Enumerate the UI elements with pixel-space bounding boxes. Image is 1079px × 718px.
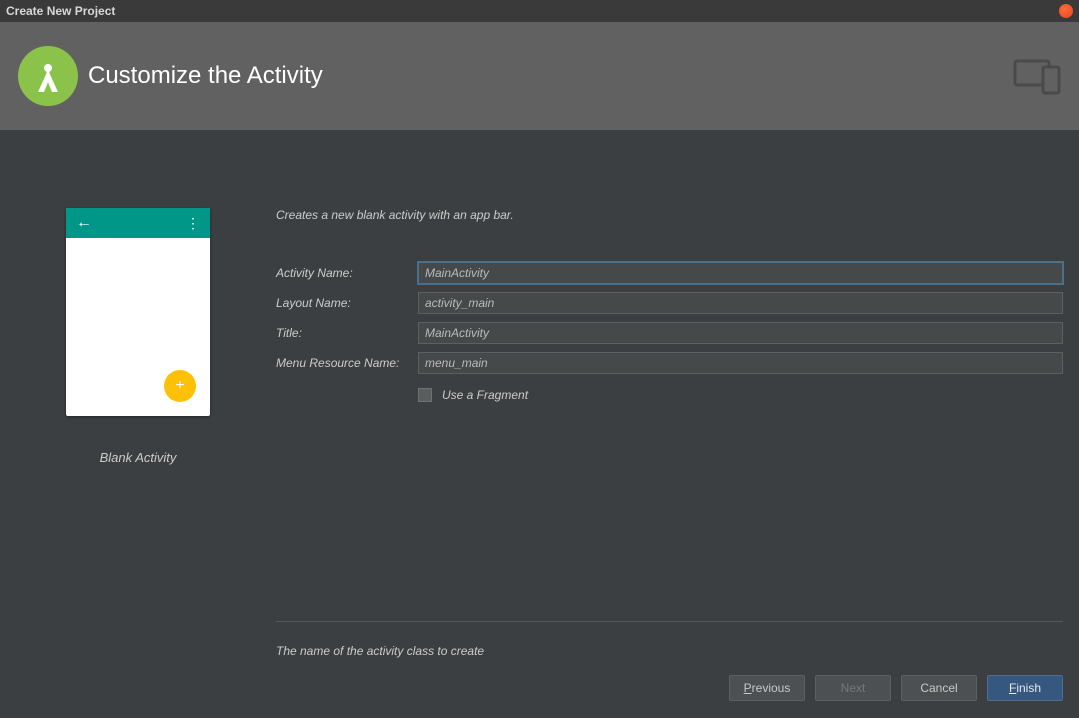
template-preview-panel: ← ⋮ + Blank Activity [0, 208, 276, 658]
field-help-text: The name of the activity class to create [276, 644, 1063, 658]
use-fragment-checkbox[interactable] [418, 388, 432, 402]
activity-name-label: Activity Name: [276, 266, 418, 280]
use-fragment-row[interactable]: Use a Fragment [418, 388, 1063, 402]
close-icon[interactable] [1059, 4, 1073, 18]
menu-resource-label: Menu Resource Name: [276, 356, 418, 370]
layout-name-input[interactable] [418, 292, 1063, 314]
fab-icon: + [164, 370, 196, 402]
divider [276, 621, 1063, 622]
template-name-label: Blank Activity [100, 450, 177, 465]
finish-button[interactable]: Finish [987, 675, 1063, 701]
layout-name-label: Layout Name: [276, 296, 418, 310]
form-panel: Creates a new blank activity with an app… [276, 208, 1079, 658]
previous-button[interactable]: Previous [729, 675, 805, 701]
wizard-button-bar: Previous Next Cancel Finish [0, 658, 1079, 718]
window-title: Create New Project [6, 4, 115, 18]
cancel-button[interactable]: Cancel [901, 675, 977, 701]
use-fragment-label: Use a Fragment [442, 388, 528, 402]
window-titlebar: Create New Project [0, 0, 1079, 22]
template-description: Creates a new blank activity with an app… [276, 208, 1063, 222]
overflow-menu-icon: ⋮ [186, 220, 200, 226]
menu-resource-input[interactable] [418, 352, 1063, 374]
preview-appbar: ← ⋮ [66, 208, 210, 238]
wizard-title: Customize the Activity [88, 62, 323, 90]
device-form-factor-icon [1013, 57, 1061, 95]
title-label: Title: [276, 326, 418, 340]
android-studio-logo-icon [18, 46, 78, 106]
next-button: Next [815, 675, 891, 701]
phone-preview: ← ⋮ + [66, 208, 210, 416]
activity-name-input[interactable] [418, 262, 1063, 284]
title-input[interactable] [418, 322, 1063, 344]
wizard-header: Customize the Activity [0, 22, 1079, 130]
back-arrow-icon: ← [76, 214, 92, 232]
